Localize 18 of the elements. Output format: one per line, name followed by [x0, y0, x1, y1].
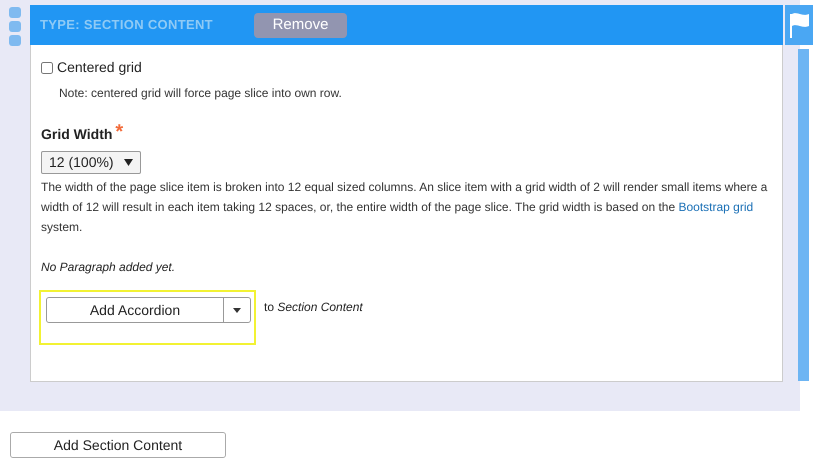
- description-text: The width of the page slice item is broken into 12 equal sized columns. An slice item with a grid width of 2 will render small items where a width of 12 will result in each item taking 12 spaces, or, the entire width of the page slice. The grid width is based on the Bootstrap grid system.: [41, 179, 768, 236]
- required-mark: *: [115, 124, 124, 140]
- flag-icon: [787, 12, 811, 38]
- panel-title: TYPE: SECTION CONTENT: [40, 16, 214, 34]
- grid-width-select[interactable]: 12 (100%): [41, 151, 141, 174]
- add-section-content-button[interactable]: Add Section Content: [10, 432, 226, 458]
- flag-button[interactable]: [785, 5, 813, 45]
- centered-grid-checkbox[interactable]: [41, 62, 53, 74]
- empty-message: No Paragraph added yet.: [41, 259, 176, 276]
- dropdown-arrow-icon: [124, 159, 133, 166]
- field-label: Grid Width: [41, 125, 112, 144]
- note-text: Note: centered grid will force page slice into own row.: [59, 85, 343, 102]
- bootstrap-grid-link[interactable]: Bootstrap grid: [678, 200, 754, 214]
- scrollbar[interactable]: [798, 49, 809, 381]
- target-text: to Section Content: [264, 299, 363, 316]
- checkbox-label: Centered grid: [57, 58, 142, 77]
- drag-handle-icon[interactable]: [9, 7, 21, 46]
- caret-icon: [233, 308, 241, 312]
